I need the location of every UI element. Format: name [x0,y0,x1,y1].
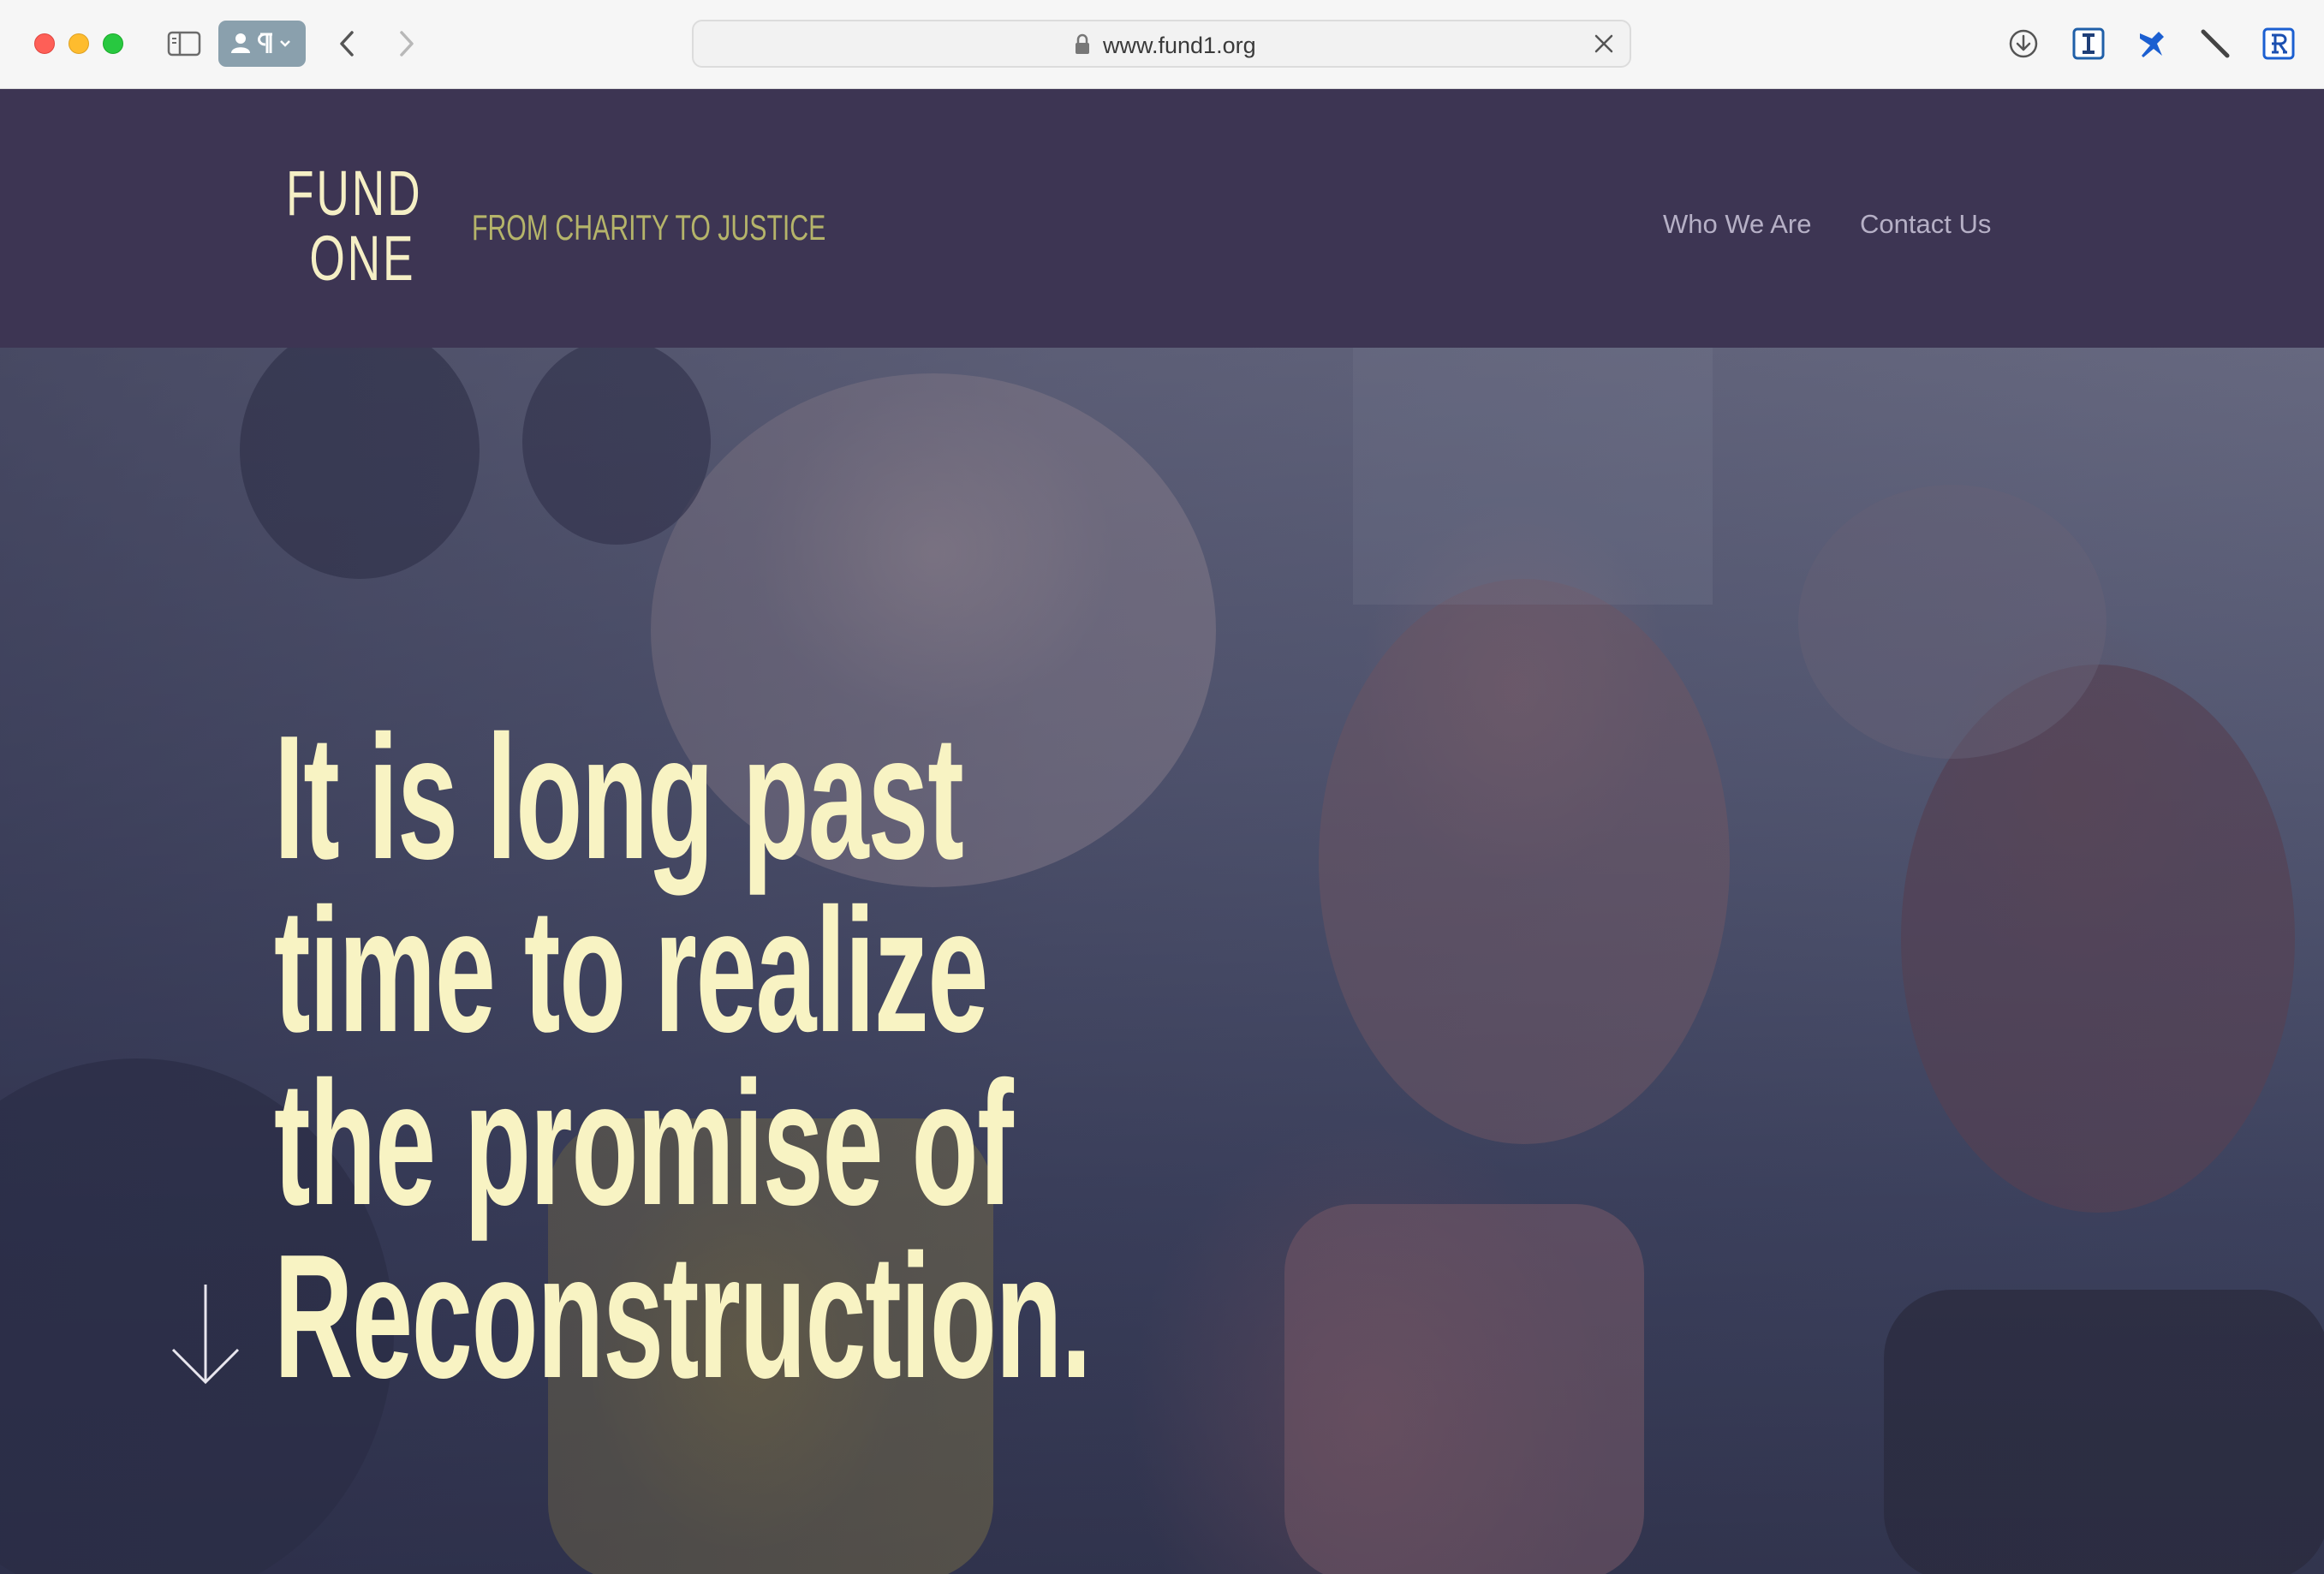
forward-button[interactable] [390,26,424,62]
sidebar-icon [167,31,201,57]
hero-headline: It is long past time to realize the prom… [274,699,1473,1415]
fund-one-logo[interactable]: FUND ONE [286,158,428,294]
site-header: FUND ONE FROM CHARITY TO JUSTICE Who We … [0,89,2324,348]
back-button[interactable] [330,26,364,62]
download-icon [2009,29,2038,58]
pin-extension-icon [2140,32,2164,57]
downloads-button[interactable] [2004,24,2043,63]
url-text: www.fund1.org [1103,33,1256,58]
text-cursor-extension-icon [2072,27,2105,60]
hero-section: It is long past time to realize the prom… [0,348,2324,1574]
minimize-window-button[interactable] [69,33,89,54]
pin-extension-button[interactable] [2132,24,2172,63]
sidebar-toggle-button[interactable] [164,27,204,60]
pen-extension-button[interactable] [2196,24,2235,63]
r-extension-icon [2262,27,2295,60]
browser-toolbar: www.fund1.org [0,0,2324,89]
zoom-window-button[interactable] [103,33,123,54]
nav-contact-us[interactable]: Contact Us [1860,209,1991,240]
chevron-right-icon [400,31,414,57]
r-extension-button[interactable] [2259,24,2298,63]
headline-line-1: It is long past [274,699,964,896]
headline-line-2: time to realize [274,872,988,1069]
pen-extension-icon [2201,29,2230,58]
logo-line-one: ONE [309,223,416,294]
scroll-down-arrow-icon[interactable] [170,1281,241,1389]
address-bar[interactable]: www.fund1.org [692,20,1631,68]
tagline: FROM CHARITY TO JUSTICE [472,207,826,247]
headline-line-3: the promise of [274,1045,1014,1242]
text-extension-button[interactable] [2069,24,2108,63]
lock-icon [1076,33,1089,54]
chevron-left-icon [340,31,354,57]
headline-line-4: Reconstruction. [274,1218,1092,1415]
profile-button[interactable] [218,21,306,67]
clear-url-icon[interactable] [1594,33,1614,54]
logo-line-fund: FUND [286,158,423,229]
nav-who-we-are[interactable]: Who We Are [1663,209,1811,240]
person-paragraph-icon [231,33,290,53]
close-window-button[interactable] [34,33,55,54]
